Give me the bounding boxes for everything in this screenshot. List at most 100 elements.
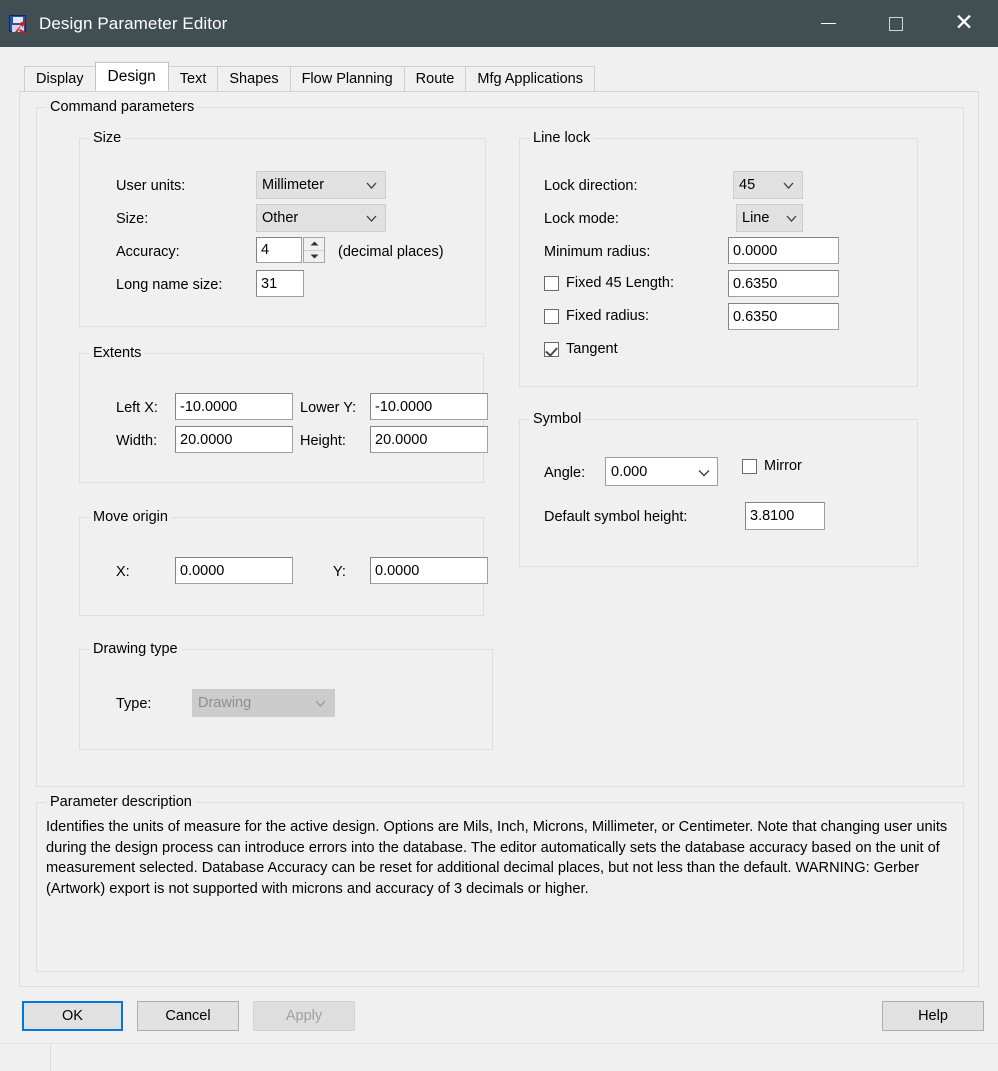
caret-down-icon (310, 254, 318, 259)
move-origin-x-input[interactable]: 0.0000 (175, 557, 293, 584)
app-icon (8, 13, 30, 35)
tab-label: Display (36, 71, 84, 87)
lower-y-input[interactable]: -10.0000 (370, 393, 488, 420)
size-legend: Size (89, 130, 126, 146)
drawing-type-value: Drawing (198, 695, 252, 711)
drawing-type-combo[interactable]: Drawing (192, 689, 335, 717)
cancel-button[interactable]: Cancel (137, 1001, 239, 1031)
fixed-45-length-checkbox[interactable]: Fixed 45 Length: (544, 275, 674, 291)
fixed-radius-checkbox[interactable]: Fixed radius: (544, 308, 649, 324)
tab-flow-planning[interactable]: Flow Planning (289, 66, 405, 91)
tab-text[interactable]: Text (167, 66, 219, 91)
user-units-label: User units: (116, 178, 186, 194)
tab-display[interactable]: Display (24, 66, 96, 91)
symbol-angle-combo[interactable]: 0.000 (605, 457, 718, 486)
dialog-button-bar: OK Cancel Apply Help (0, 988, 998, 1043)
fixed-radius-input[interactable]: 0.6350 (728, 303, 839, 330)
tab-label: Flow Planning (301, 71, 393, 87)
size-group: Size User units: Millimeter Size: Other … (79, 130, 486, 327)
design-tab-page: Command parameters Size User units: Mill… (19, 91, 979, 987)
checkbox-icon (742, 458, 757, 474)
accuracy-suffix-label: (decimal places) (338, 244, 444, 260)
drawing-type-label: Type: (116, 696, 152, 712)
tangent-label: Tangent (566, 341, 618, 357)
tab-mfg-applications[interactable]: Mfg Applications (465, 66, 595, 91)
chevron-down-icon (783, 182, 794, 189)
height-input[interactable]: 20.0000 (370, 426, 488, 453)
parameter-description-legend: Parameter description (46, 794, 196, 810)
extents-group: Extents Left X: -10.0000 Lower Y: -10.00… (79, 345, 488, 483)
move-origin-x-label: X: (116, 564, 130, 580)
move-origin-group: Move origin X: 0.0000 Y: 0.0000 (79, 509, 488, 616)
move-origin-y-label: Y: (333, 564, 346, 580)
close-icon: ✕ (954, 10, 974, 36)
title-bar: Design Parameter Editor ✕ (0, 0, 998, 47)
extents-legend: Extents (89, 345, 146, 361)
width-input[interactable]: 20.0000 (175, 426, 293, 453)
checkbox-icon (544, 275, 559, 291)
maximize-button[interactable] (862, 0, 930, 47)
minimize-icon (820, 23, 836, 24)
lock-direction-label: Lock direction: (544, 178, 638, 194)
default-symbol-height-value: 3.8100 (750, 508, 795, 524)
left-x-input[interactable]: -10.0000 (175, 393, 293, 420)
move-origin-legend: Move origin (89, 509, 172, 525)
checkbox-checked-icon (544, 341, 559, 357)
minimum-radius-value: 0.0000 (733, 242, 778, 259)
accuracy-stepper-up[interactable] (304, 238, 324, 251)
symbol-angle-value: 0.000 (611, 463, 648, 480)
move-origin-y-input[interactable]: 0.0000 (370, 557, 488, 584)
help-button[interactable]: Help (882, 1001, 984, 1031)
fixed-45-length-input[interactable]: 0.6350 (728, 270, 839, 297)
long-name-size-value: 31 (261, 275, 278, 292)
tab-design[interactable]: Design (94, 62, 169, 91)
left-x-value: -10.0000 (180, 398, 238, 415)
height-label: Height: (300, 433, 346, 449)
footer-area (0, 1043, 998, 1071)
minimize-button[interactable] (794, 0, 862, 47)
size-combo[interactable]: Other (256, 204, 386, 232)
tab-label: Text (179, 71, 207, 87)
accuracy-input[interactable]: 4 (256, 237, 302, 263)
red-bolt-icon (15, 19, 27, 34)
ok-button[interactable]: OK (22, 1001, 123, 1031)
default-symbol-height-label: Default symbol height: (544, 509, 688, 525)
user-units-combo[interactable]: Millimeter (256, 171, 386, 199)
default-symbol-height-input[interactable]: 3.8100 (745, 502, 825, 530)
accuracy-stepper-down[interactable] (304, 251, 324, 263)
symbol-legend: Symbol (529, 411, 586, 427)
symbol-angle-label: Angle: (544, 465, 586, 481)
tab-label: Design (107, 67, 156, 85)
drawing-type-legend: Drawing type (89, 641, 182, 657)
tab-shapes[interactable]: Shapes (217, 66, 291, 91)
footer-divider (50, 1044, 51, 1071)
mirror-label: Mirror (764, 458, 802, 474)
lock-mode-combo[interactable]: Line (736, 204, 803, 232)
minimum-radius-label: Minimum radius: (544, 244, 651, 260)
chevron-down-icon (786, 215, 797, 222)
maximize-icon (889, 16, 903, 31)
tab-strip: Display Design Text Shapes Flow Planning… (0, 47, 998, 91)
accuracy-stepper[interactable] (303, 237, 325, 263)
chevron-down-icon (698, 469, 710, 476)
caret-up-icon (310, 241, 318, 246)
long-name-size-input[interactable]: 31 (256, 270, 304, 297)
line-lock-legend: Line lock (529, 130, 595, 146)
command-parameters-legend: Command parameters (46, 99, 199, 115)
symbol-group: Symbol Angle: 0.000 Mirror Default symbo… (519, 411, 918, 567)
minimum-radius-input[interactable]: 0.0000 (728, 237, 839, 264)
lock-direction-combo[interactable]: 45 (733, 171, 803, 199)
fixed-radius-label: Fixed radius: (566, 308, 650, 324)
user-units-value: Millimeter (262, 177, 325, 193)
parameter-description-text: Identifies the units of measure for the … (46, 819, 948, 897)
chevron-down-icon (366, 182, 377, 189)
move-origin-x-value: 0.0000 (180, 562, 225, 579)
apply-button-label: Apply (285, 1008, 323, 1024)
tangent-checkbox[interactable]: Tangent (544, 341, 618, 357)
mirror-checkbox[interactable]: Mirror (742, 458, 802, 474)
tab-route[interactable]: Route (403, 66, 467, 91)
close-button[interactable]: ✕ (930, 0, 998, 47)
apply-button[interactable]: Apply (253, 1001, 355, 1031)
lower-y-label: Lower Y: (300, 400, 357, 416)
fixed-radius-value: 0.6350 (733, 308, 778, 325)
